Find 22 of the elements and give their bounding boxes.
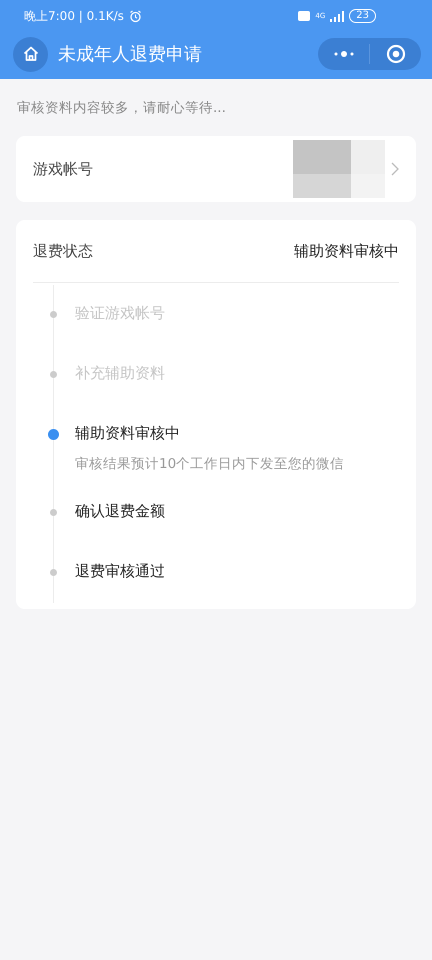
hd-icon [298, 11, 310, 21]
page-title: 未成年人退费申请 [58, 43, 202, 66]
battery-level: 23 [349, 9, 376, 23]
notice-text: 审核资料内容较多，请耐心等待... [16, 99, 227, 118]
target-icon [386, 44, 406, 64]
step-title: 退费审核通过 [75, 562, 165, 581]
signal-icon [330, 10, 344, 22]
alarm-icon [128, 10, 142, 22]
home-button[interactable] [13, 36, 48, 72]
step-title: 补充辅助资料 [75, 364, 165, 383]
account-label: 游戏帐号 [33, 160, 93, 178]
step-title: 辅助资料审核中 [75, 424, 181, 443]
refund-status-label: 退费状态 [33, 242, 93, 260]
step-title: 确认退费金额 [75, 502, 165, 521]
step-note: 审核结果预计10个工作日内下发至您的微信 [75, 455, 344, 473]
more-icon [332, 51, 354, 57]
refund-status-value: 辅助资料审核中 [294, 242, 399, 260]
home-icon [22, 45, 40, 63]
step-title: 验证游戏帐号 [75, 304, 165, 323]
status-time: 晚上7:00 | 0.1K/s [24, 8, 124, 24]
account-row[interactable]: 游戏帐号 [16, 136, 416, 202]
chevron-right-icon [391, 162, 399, 176]
